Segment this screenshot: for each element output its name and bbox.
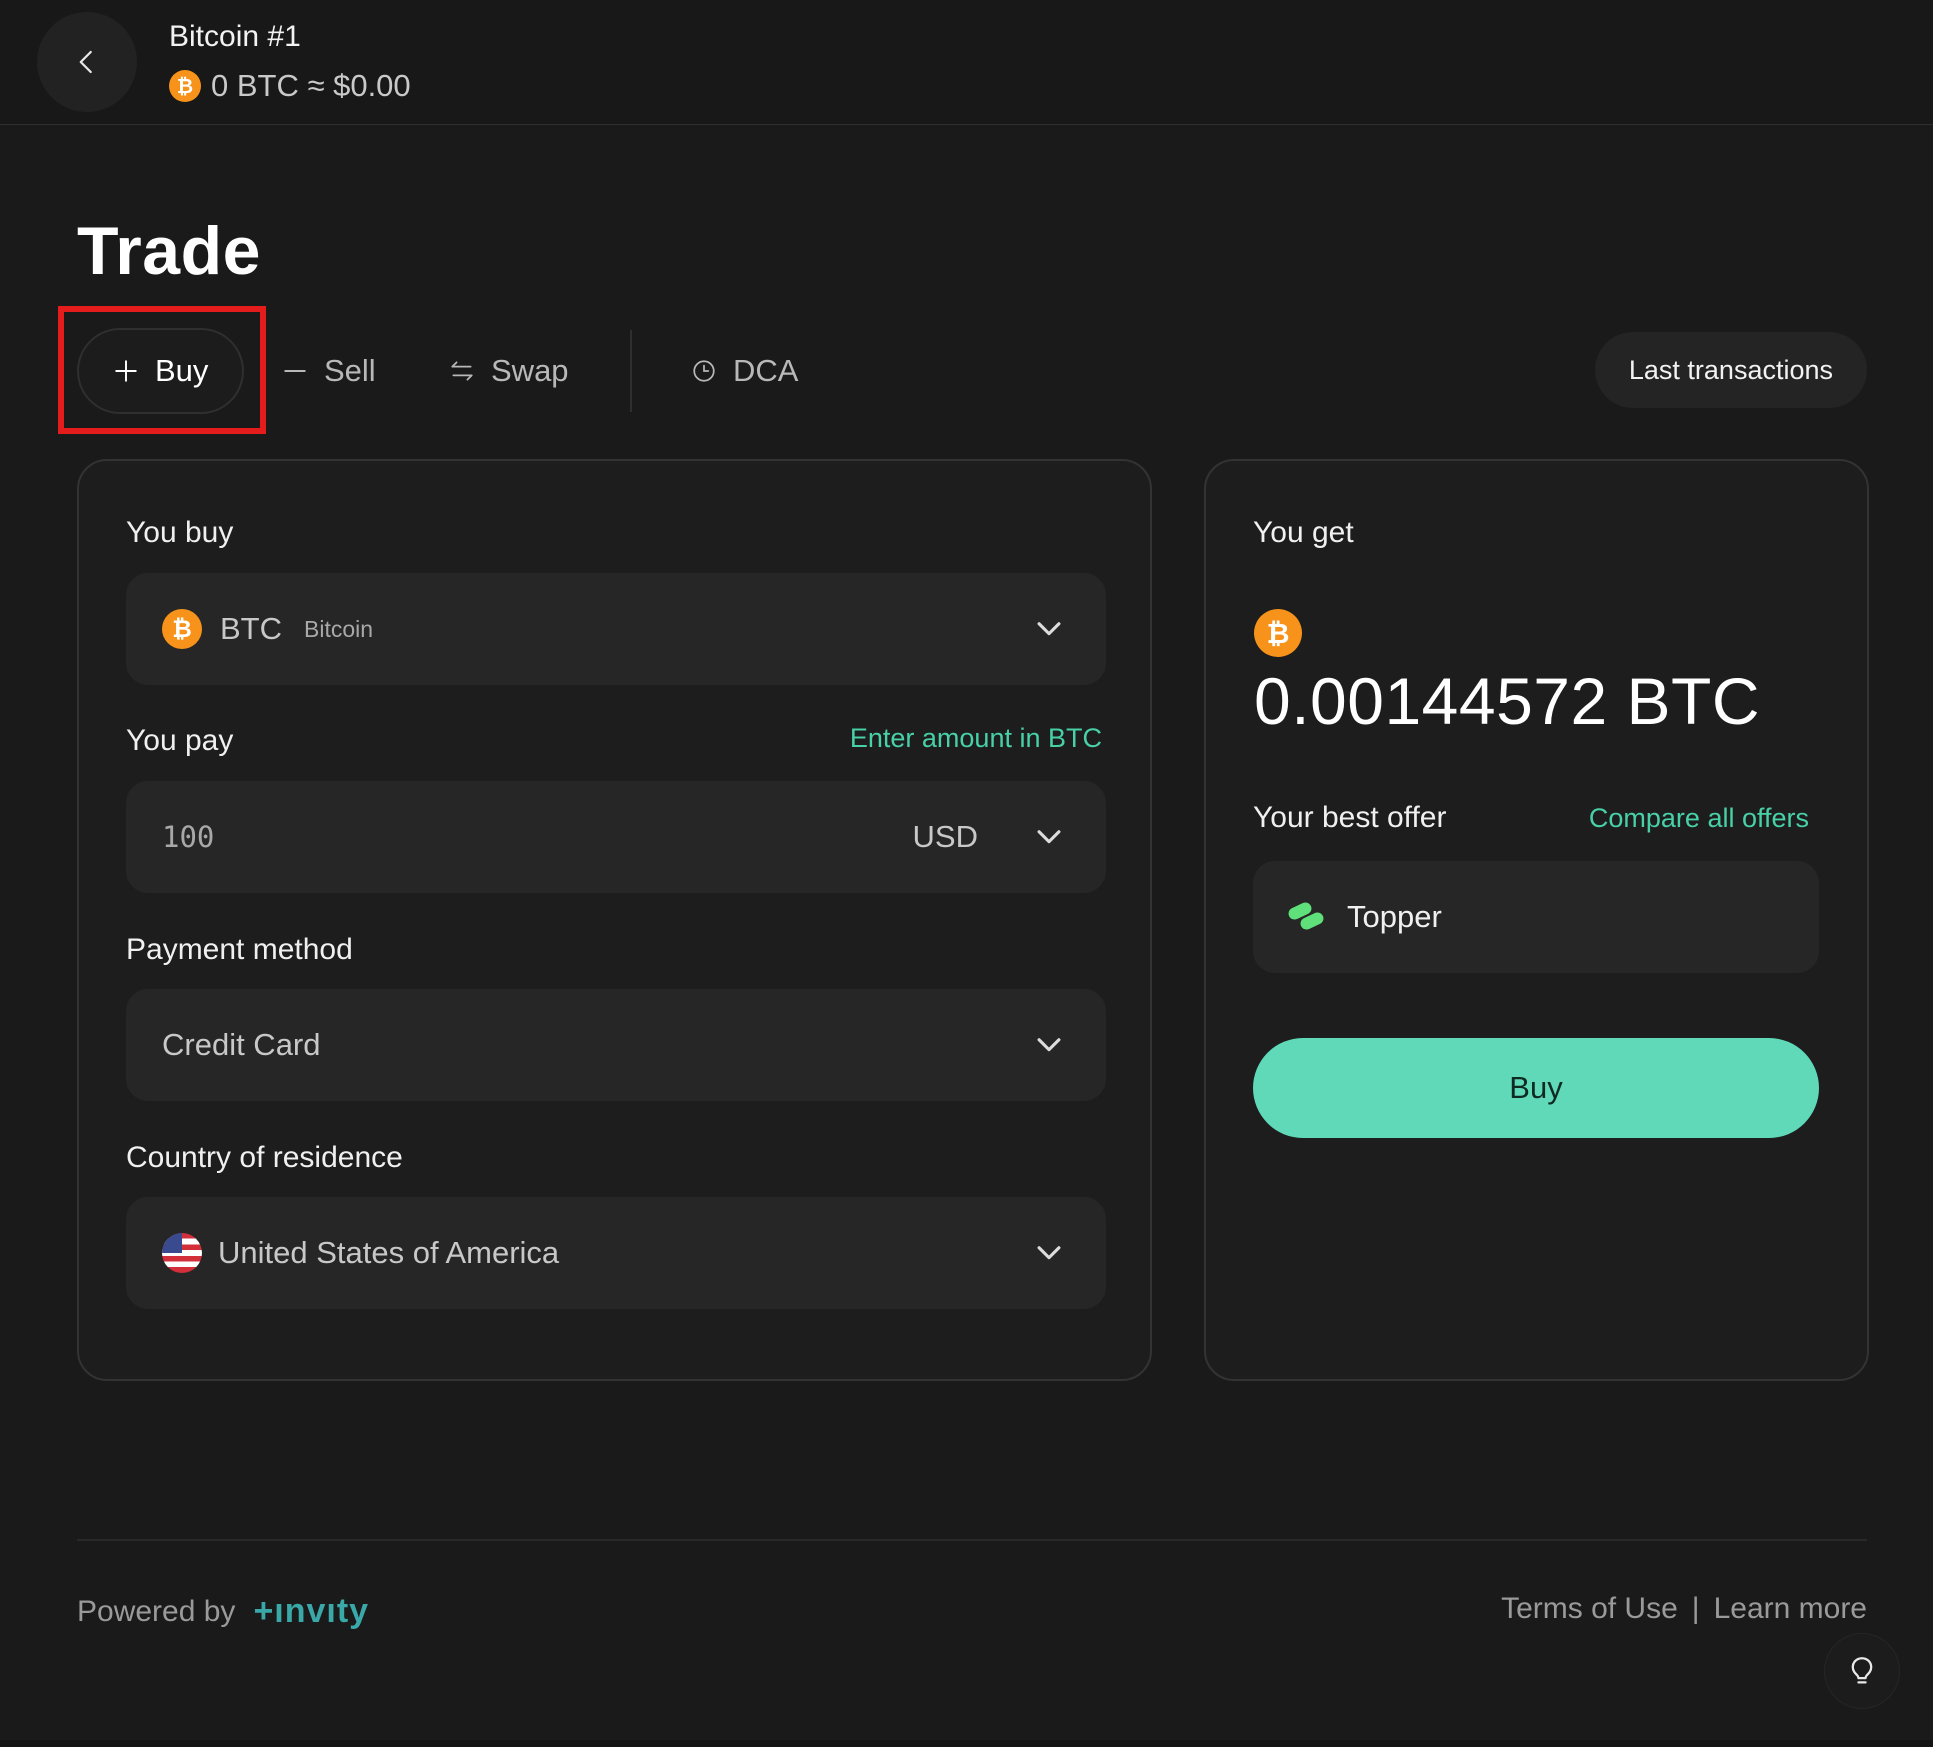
pay-amount-input[interactable]: 100: [162, 820, 214, 854]
guide-button[interactable]: [1824, 1633, 1900, 1709]
page-title: Trade: [77, 213, 261, 289]
provider-name: Topper: [1347, 899, 1442, 934]
tab-swap-label: Swap: [491, 353, 569, 388]
country-select[interactable]: United States of America: [126, 1197, 1106, 1309]
tab-dca-label: DCA: [733, 353, 799, 388]
buy-button[interactable]: Buy: [1253, 1038, 1819, 1138]
bitcoin-icon: ₿: [169, 70, 201, 102]
you-pay-label: You pay: [126, 724, 234, 757]
offer-card: You get ₿ 0.00144572 BTC Your best offer…: [1204, 459, 1869, 1381]
account-name: Bitcoin #1: [169, 20, 301, 53]
payment-method-label: Payment method: [126, 933, 353, 966]
lightbulb-icon: [1851, 1657, 1873, 1684]
bottom-strip: [0, 1740, 1933, 1747]
enter-amount-in-btc-link[interactable]: Enter amount in BTC: [850, 723, 1102, 754]
invity-logo[interactable]: +ınvıty: [253, 1592, 369, 1631]
coin-name: Bitcoin: [304, 615, 374, 642]
footer-separator: |: [1691, 1592, 1700, 1625]
best-offer-provider[interactable]: Topper: [1253, 861, 1819, 973]
tab-sell[interactable]: Sell: [282, 328, 376, 414]
coin-symbol: BTC: [220, 611, 282, 646]
chevron-down-icon: [1037, 1038, 1061, 1052]
country-label: Country of residence: [126, 1141, 403, 1174]
compare-all-offers-link[interactable]: Compare all offers: [1589, 803, 1809, 834]
plus-icon: [115, 360, 137, 382]
back-button[interactable]: [37, 12, 137, 112]
pay-amount-field[interactable]: 100 USD: [126, 781, 1106, 893]
balance-text: 0 BTC ≈ $0.00: [211, 68, 411, 103]
us-flag-icon: [162, 1233, 202, 1273]
chevron-down-icon: [1037, 1246, 1061, 1260]
minus-icon: [284, 370, 306, 372]
bitcoin-icon: ₿: [1254, 609, 1302, 657]
country-value: United States of America: [218, 1235, 560, 1270]
tab-swap[interactable]: Swap: [449, 328, 569, 414]
terms-of-use-link[interactable]: Terms of Use: [1501, 1592, 1678, 1626]
footer-divider: [77, 1539, 1867, 1541]
payment-method-select[interactable]: Credit Card: [126, 989, 1106, 1101]
best-offer-label: Your best offer: [1253, 801, 1447, 834]
swap-icon: [451, 361, 473, 381]
tab-buy[interactable]: Buy: [77, 328, 245, 414]
last-transactions-button[interactable]: Last transactions: [1594, 332, 1867, 408]
payment-method-value: Credit Card: [162, 1027, 321, 1062]
tab-sell-label: Sell: [324, 353, 376, 388]
powered-by: Powered by +ınvıty: [77, 1592, 369, 1631]
topper-logo-icon: [1288, 902, 1324, 930]
powered-by-text: Powered by: [77, 1594, 236, 1628]
tab-divider: [630, 330, 632, 412]
bitcoin-icon: ₿: [162, 609, 202, 649]
footer-links: Terms of Use | Learn more: [1501, 1592, 1867, 1626]
you-buy-label: You buy: [126, 516, 234, 549]
account-header: Bitcoin #1 ₿ 0 BTC ≈ $0.00: [0, 0, 1933, 125]
currency-select[interactable]: USD: [913, 819, 978, 855]
you-get-label: You get: [1253, 516, 1354, 549]
clock-icon: [693, 360, 715, 382]
you-get-amount: 0.00144572 BTC: [1254, 664, 1761, 738]
account-balance: ₿ 0 BTC ≈ $0.00: [169, 68, 411, 104]
buy-form-card: You buy ₿ BTC Bitcoin You pay Enter amou…: [77, 459, 1152, 1381]
chevron-down-icon: [1037, 622, 1061, 636]
tab-dca[interactable]: DCA: [691, 328, 798, 414]
chevron-down-icon: [1037, 830, 1061, 844]
chevron-left-icon: [79, 50, 92, 74]
tab-buy-label: Buy: [155, 353, 209, 388]
coin-select[interactable]: ₿ BTC Bitcoin: [126, 573, 1106, 685]
learn-more-link[interactable]: Learn more: [1714, 1592, 1867, 1626]
